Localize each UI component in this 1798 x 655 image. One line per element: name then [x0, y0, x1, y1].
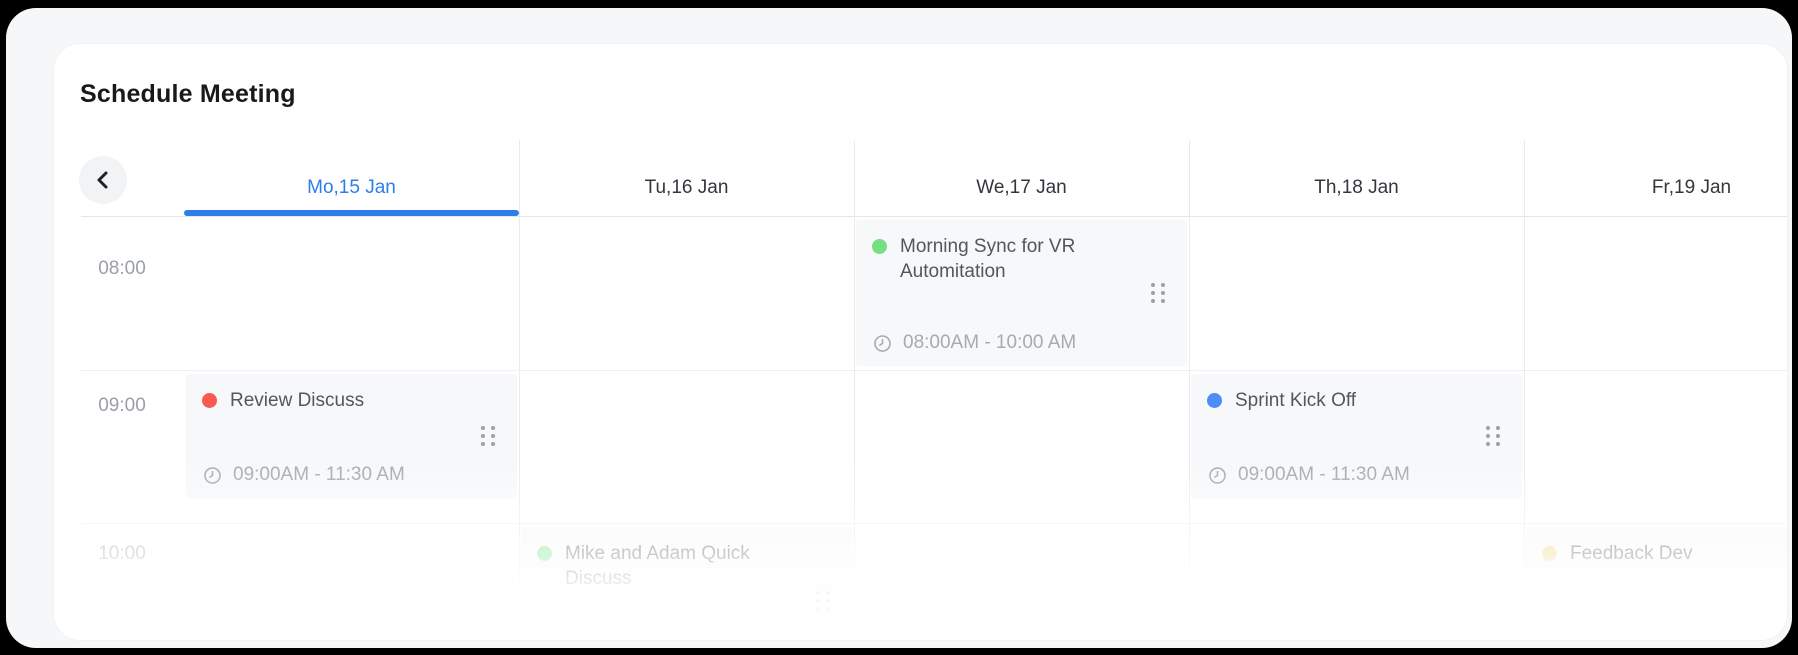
column-divider — [1189, 140, 1190, 610]
chevron-left-icon — [92, 169, 114, 191]
column-divider — [519, 140, 520, 610]
event-color-dot — [1207, 393, 1222, 408]
event-title: Morning Sync for VR Automitation — [900, 234, 1137, 284]
grid-top-line — [81, 216, 1787, 217]
event-header: Feedback Dev — [1542, 541, 1787, 566]
drag-handle-icon[interactable] — [481, 426, 495, 446]
event-header: Review Discuss — [202, 388, 501, 413]
event-title: Review Discuss — [230, 388, 364, 413]
event-title: Mike and Adam Quick Discuss — [565, 541, 802, 591]
event-card-feedback-dev[interactable]: Feedback Dev 10:00AM - 11:30 AM — [1526, 527, 1787, 640]
tab-label: Th,18 Jan — [1314, 177, 1399, 199]
event-color-dot — [1542, 546, 1557, 561]
clock-icon — [1207, 465, 1228, 486]
event-time: 09:00AM - 11:30 AM — [1207, 464, 1410, 486]
tab-label: Mo,15 Jan — [307, 177, 396, 199]
row-divider — [81, 370, 1787, 371]
tab-day-we-17-jan[interactable]: We,17 Jan — [854, 166, 1189, 210]
time-label-0900: 09:00 — [70, 393, 174, 419]
tab-label: We,17 Jan — [976, 177, 1066, 199]
event-color-dot — [872, 239, 887, 254]
tab-label: Fr,19 Jan — [1652, 177, 1731, 199]
drag-handle-icon[interactable] — [1486, 426, 1500, 446]
event-card-morning-sync[interactable]: Morning Sync for VR Automitation 08:00AM… — [856, 220, 1187, 366]
tab-day-th-18-jan[interactable]: Th,18 Jan — [1189, 166, 1524, 210]
drag-handle-icon[interactable] — [816, 591, 830, 611]
time-label-0800: 08:00 — [70, 256, 174, 282]
row-divider — [81, 523, 1787, 524]
clock-icon — [202, 465, 223, 486]
event-time-text: 08:00AM - 10:00 AM — [903, 332, 1076, 354]
back-button[interactable] — [79, 156, 127, 204]
event-header: Morning Sync for VR Automitation — [872, 234, 1171, 284]
schedule-meeting-panel: Schedule Meeting Mo,15 Jan Tu,16 Jan We,… — [54, 44, 1787, 640]
event-card-review-discuss[interactable]: Review Discuss 09:00AM - 11:30 AM — [186, 374, 517, 498]
event-card-mike-adam-discuss[interactable]: Mike and Adam Quick Discuss 10:00AM - 11… — [521, 527, 852, 640]
event-color-dot — [202, 393, 217, 408]
drag-handle-icon[interactable] — [1151, 283, 1165, 303]
tab-label: Tu,16 Jan — [645, 177, 729, 199]
event-color-dot — [537, 546, 552, 561]
event-title: Sprint Kick Off — [1235, 388, 1356, 413]
event-time-text: 09:00AM - 11:30 AM — [233, 464, 405, 486]
event-header: Sprint Kick Off — [1207, 388, 1506, 413]
tab-day-mo-15-jan[interactable]: Mo,15 Jan — [184, 166, 519, 210]
event-time-text: 09:00AM - 11:30 AM — [1238, 464, 1410, 486]
event-title: Feedback Dev — [1570, 541, 1693, 566]
time-label-1000: 10:00 — [70, 541, 174, 567]
event-time: 09:00AM - 11:30 AM — [202, 464, 405, 486]
column-divider — [1524, 140, 1525, 610]
tab-day-fr-19-jan[interactable]: Fr,19 Jan — [1524, 166, 1787, 210]
clock-icon — [872, 333, 893, 354]
event-header: Mike and Adam Quick Discuss — [537, 541, 836, 591]
app-window: Schedule Meeting Mo,15 Jan Tu,16 Jan We,… — [6, 8, 1792, 648]
event-card-sprint-kick-off[interactable]: Sprint Kick Off 09:00AM - 11:30 AM — [1191, 374, 1522, 498]
column-divider — [854, 140, 855, 610]
page-title: Schedule Meeting — [80, 80, 296, 109]
tab-day-tu-16-jan[interactable]: Tu,16 Jan — [519, 166, 854, 210]
event-time: 08:00AM - 10:00 AM — [872, 332, 1076, 354]
